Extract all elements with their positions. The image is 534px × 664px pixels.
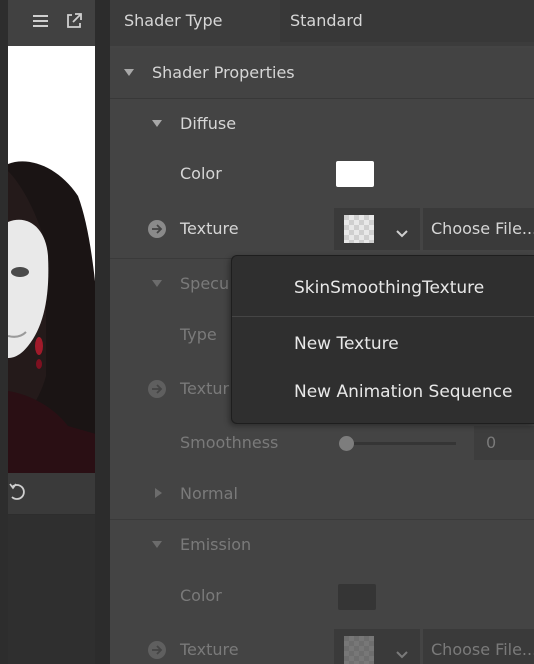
normal-label: Normal bbox=[180, 484, 238, 503]
specular-type-label: Type bbox=[180, 325, 217, 344]
texture-thumbnail bbox=[344, 215, 374, 243]
panel-divider[interactable] bbox=[95, 0, 110, 664]
menu-item-skin-smoothing-texture[interactable]: SkinSmoothingTexture bbox=[294, 268, 484, 308]
shader-properties-label: Shader Properties bbox=[152, 63, 295, 82]
texture-thumbnail bbox=[344, 636, 374, 664]
diffuse-color-label: Color bbox=[180, 164, 222, 183]
emission-texture-label: Texture bbox=[180, 640, 239, 659]
specular-texture-label: Textur bbox=[180, 379, 230, 398]
preview-viewport bbox=[0, 0, 110, 664]
texture-dropdown-menu: SkinSmoothingTexture New Texture New Ani… bbox=[231, 255, 534, 424]
expand-triangle-icon[interactable] bbox=[155, 488, 162, 498]
emission-texture-row: Texture Choose File... bbox=[110, 625, 534, 664]
smoothness-value-field[interactable]: 0 bbox=[474, 426, 534, 460]
collapse-triangle-icon[interactable] bbox=[152, 280, 162, 287]
reset-icon[interactable] bbox=[8, 481, 30, 503]
collapse-triangle-icon[interactable] bbox=[152, 541, 162, 548]
diffuse-texture-label: Texture bbox=[180, 219, 239, 238]
emission-color-row: Color bbox=[110, 571, 534, 621]
specular-label: Specu bbox=[180, 274, 230, 293]
menu-icon[interactable] bbox=[30, 10, 52, 32]
smoothness-label: Smoothness bbox=[180, 433, 279, 452]
emission-color-swatch[interactable] bbox=[338, 584, 376, 610]
preview-card bbox=[8, 0, 103, 514]
normal-header[interactable]: Normal bbox=[110, 469, 534, 519]
menu-item-new-texture[interactable]: New Texture bbox=[294, 324, 399, 364]
diffuse-choose-file-button[interactable]: Choose File... bbox=[423, 208, 534, 250]
preview-header bbox=[8, 0, 95, 46]
menu-item-new-animation-sequence[interactable]: New Animation Sequence bbox=[294, 372, 512, 412]
shader-type-select[interactable]: Standard bbox=[280, 0, 534, 42]
link-arrow-icon[interactable] bbox=[148, 380, 166, 398]
collapse-triangle-icon[interactable] bbox=[124, 69, 134, 76]
diffuse-color-swatch[interactable] bbox=[336, 161, 374, 187]
shader-type-row: Shader Type Standard bbox=[110, 0, 534, 46]
menu-separator bbox=[232, 316, 534, 317]
emission-header[interactable]: Emission bbox=[110, 520, 534, 570]
preview-footer bbox=[8, 473, 95, 514]
smoothness-row: Smoothness 0 bbox=[110, 418, 534, 468]
emission-texture-picker[interactable] bbox=[334, 629, 420, 664]
diffuse-label: Diffuse bbox=[180, 114, 237, 133]
link-arrow-icon[interactable] bbox=[148, 220, 166, 238]
shader-type-label: Shader Type bbox=[124, 11, 223, 30]
emission-choose-file-button[interactable]: Choose File... bbox=[423, 629, 534, 664]
emission-label: Emission bbox=[180, 535, 252, 554]
diffuse-texture-picker[interactable] bbox=[334, 208, 420, 250]
shader-properties-header[interactable]: Shader Properties bbox=[110, 48, 534, 99]
smoothness-slider-track[interactable] bbox=[346, 442, 456, 445]
chevron-down-icon bbox=[396, 224, 408, 243]
diffuse-texture-row: Texture Choose File... bbox=[110, 204, 534, 254]
popout-icon[interactable] bbox=[63, 10, 85, 32]
emission-color-label: Color bbox=[180, 586, 222, 605]
smoothness-slider-handle[interactable] bbox=[339, 436, 354, 451]
shader-type-value: Standard bbox=[290, 11, 363, 30]
face-preview-image bbox=[8, 46, 103, 473]
chevron-down-icon bbox=[396, 645, 408, 664]
collapse-triangle-icon[interactable] bbox=[152, 120, 162, 127]
diffuse-header[interactable]: Diffuse bbox=[110, 99, 534, 149]
link-arrow-icon[interactable] bbox=[148, 641, 166, 659]
diffuse-color-row: Color bbox=[110, 149, 534, 199]
